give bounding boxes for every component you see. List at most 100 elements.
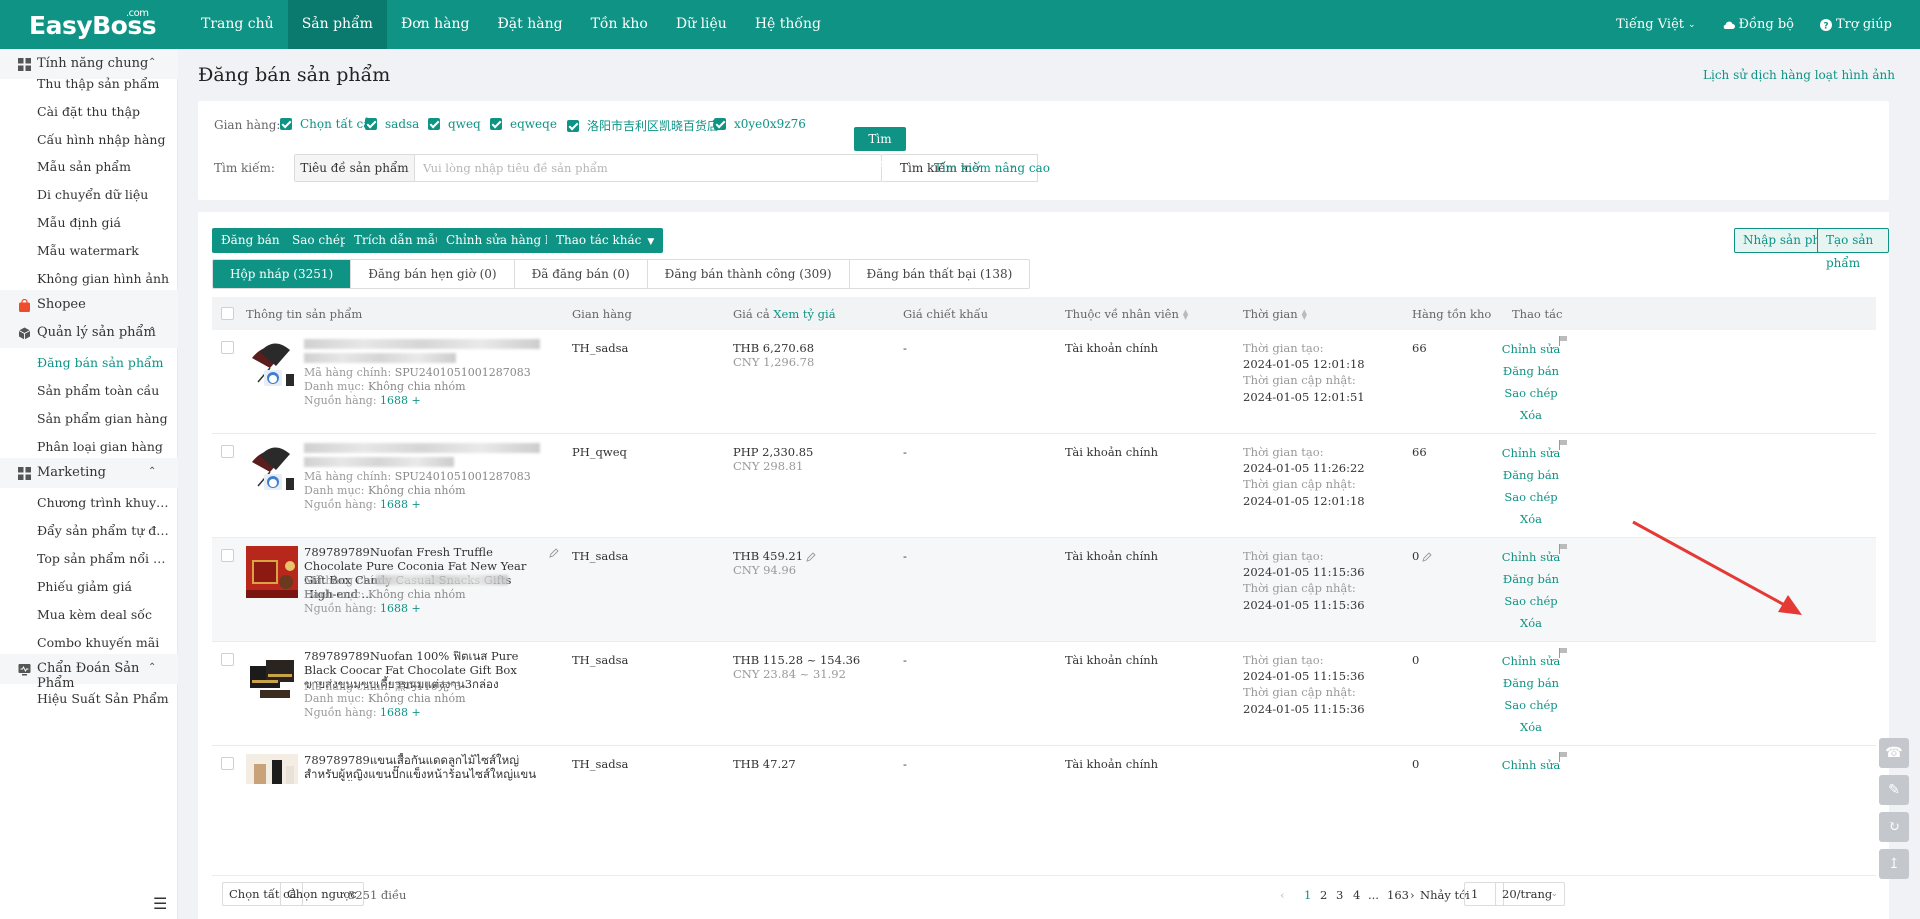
edit-pen-icon[interactable]: [806, 552, 816, 562]
add-source-icon[interactable]: +: [412, 498, 421, 511]
nav-home[interactable]: Trang chủ: [187, 0, 288, 49]
flag-icon[interactable]: [1559, 440, 1567, 450]
sidebar-item-image-space[interactable]: Không gian hình ảnh: [37, 271, 172, 286]
source-link[interactable]: 1688: [380, 706, 408, 719]
delete-button[interactable]: Xóa: [1496, 404, 1566, 426]
sidebar-item-vouchers[interactable]: Phiếu giảm giá: [37, 579, 172, 594]
publish-button[interactable]: Đăng bán: [1496, 360, 1566, 382]
prev-page-icon[interactable]: ‹: [1280, 888, 1285, 902]
edit-pen-icon[interactable]: [549, 548, 559, 558]
next-page-icon[interactable]: ›: [1410, 888, 1415, 902]
sidebar-item-top-products[interactable]: Top sản phẩm nổi bật: [37, 551, 172, 566]
row-checkbox[interactable]: [221, 653, 234, 666]
tab-failed[interactable]: Đăng bán thất bại (138): [849, 260, 1030, 288]
help-button[interactable]: ? Trợ giúp: [1819, 17, 1892, 32]
page-4[interactable]: 4: [1353, 888, 1360, 902]
product-thumbnail-sleeves[interactable]: [246, 754, 298, 784]
product-thumbnail-umbrella[interactable]: [246, 338, 298, 390]
shop-checkbox-eqweqe[interactable]: eqweqe: [490, 117, 557, 131]
view-exchange-rate-link[interactable]: Xem tỷ giá: [773, 307, 835, 321]
product-thumbnail-umbrella[interactable]: [246, 442, 298, 494]
sidebar-item-watermark-template[interactable]: Mẫu watermark: [37, 243, 172, 258]
source-link[interactable]: 1688: [380, 394, 408, 407]
edit-button[interactable]: Chỉnh sửa: [1496, 546, 1566, 568]
tab-success[interactable]: Đăng bán thành công (309): [647, 260, 850, 288]
select-all-checkbox[interactable]: [221, 307, 234, 320]
page-1[interactable]: 1: [1304, 888, 1311, 902]
row-checkbox[interactable]: [221, 757, 234, 770]
product-thumbnail-chocolate-box[interactable]: [246, 546, 298, 598]
nav-orders[interactable]: Đơn hàng: [387, 0, 484, 49]
add-source-icon[interactable]: +: [412, 394, 421, 407]
language-selector[interactable]: Tiếng Việt ⌄: [1616, 17, 1695, 32]
back-to-top-icon[interactable]: ↥: [1879, 849, 1909, 879]
sidebar-item-collect-products[interactable]: Thu thập sản phẩm: [37, 76, 172, 91]
sidebar-item-product-performance[interactable]: Hiệu Suất Sản Phẩm: [37, 691, 172, 706]
sidebar-item-add-on-deal[interactable]: Mua kèm deal sốc: [37, 607, 172, 622]
page-2[interactable]: 2: [1320, 888, 1327, 902]
nav-products[interactable]: Sản phẩm: [287, 0, 387, 49]
easyboss-logo[interactable]: EasyBoss .com: [29, 8, 157, 40]
sidebar-group-marketing[interactable]: Marketing ⌃: [0, 458, 178, 488]
sidebar-group-product-management[interactable]: Quản lý sản phẩm ⌃: [0, 318, 178, 348]
edit-button[interactable]: Chỉnh sửa: [1496, 338, 1566, 360]
edit-button[interactable]: Chỉnh sửa: [1496, 754, 1566, 776]
search-input[interactable]: Vui lòng nhập tiêu đề sản phẩm: [423, 155, 608, 181]
nav-system[interactable]: Hệ thống: [741, 0, 835, 49]
sidebar-item-listing[interactable]: Đăng bán sản phẩm: [37, 355, 172, 370]
sidebar-item-data-migration[interactable]: Di chuyển dữ liệu: [37, 187, 172, 202]
delete-button[interactable]: Xóa: [1496, 508, 1566, 530]
flag-icon[interactable]: [1559, 752, 1567, 762]
shop-checkbox-luoyang[interactable]: 洛阳市吉利区凯晓百货店: [567, 117, 719, 134]
nav-data[interactable]: Dữ liệu: [662, 0, 741, 49]
more-actions-dropdown-button[interactable]: Thao tác khác ▼: [547, 228, 664, 253]
sidebar-item-pricing-template[interactable]: Mẫu định giá: [37, 215, 172, 230]
copy-row-button[interactable]: Sao chép: [1496, 382, 1566, 404]
image-translation-history-link[interactable]: Lịch sử dịch hàng loạt hình ảnh: [1703, 68, 1895, 82]
edit-button[interactable]: Chỉnh sửa: [1496, 442, 1566, 464]
tab-published[interactable]: Đã đăng bán (0): [514, 260, 648, 288]
tab-draft[interactable]: Hộp nháp (3251): [213, 260, 352, 288]
collapse-menu-icon[interactable]: ☰: [153, 894, 167, 913]
publish-button[interactable]: Đăng bán: [1496, 464, 1566, 486]
add-source-icon[interactable]: +: [412, 706, 421, 719]
sidebar-item-import-config[interactable]: Cấu hình nhập hàng: [37, 132, 172, 147]
page-last[interactable]: 163: [1387, 888, 1409, 902]
row-checkbox[interactable]: [221, 341, 234, 354]
col-time[interactable]: Thời gian ▲ ▼: [1243, 307, 1307, 321]
sidebar-group-shopee[interactable]: Shopee: [0, 290, 178, 320]
tab-scheduled[interactable]: Đăng bán hẹn giờ (0): [351, 260, 515, 288]
col-staff[interactable]: Thuộc về nhân viên ▲ ▼: [1065, 307, 1188, 321]
flag-icon[interactable]: [1559, 648, 1567, 658]
apply-template-button[interactable]: Trích dẫn mẫu: [345, 228, 452, 253]
sidebar-item-auto-boost[interactable]: Đẩy sản phẩm tự động: [37, 523, 172, 538]
delete-button[interactable]: Xóa: [1496, 612, 1566, 634]
page-ellipsis[interactable]: ...: [1368, 888, 1379, 902]
product-title[interactable]: 789789789แขนเสื้อกันแดดลูกไม้ไซส์ใหญ่สำห…: [304, 753, 542, 781]
advanced-search-link[interactable]: Tìm kiếm nâng cao: [934, 161, 1050, 175]
customer-service-icon[interactable]: ☎: [1879, 738, 1909, 768]
refresh-icon[interactable]: ↻: [1879, 812, 1909, 842]
sidebar-item-collect-settings[interactable]: Cài đặt thu thập: [37, 104, 172, 119]
sidebar-item-combo[interactable]: Combo khuyến mãi: [37, 635, 172, 650]
row-checkbox[interactable]: [221, 549, 234, 562]
page-size-select[interactable]: 20/trang ⌄: [1495, 882, 1565, 906]
sidebar-item-shop-categories[interactable]: Phân loại gian hàng: [37, 439, 172, 454]
sidebar-group-diagnosis[interactable]: Chẩn Đoán Sản Phẩm ⌃: [0, 654, 178, 691]
sidebar-item-product-template[interactable]: Mẫu sản phẩm: [37, 159, 172, 174]
delete-button[interactable]: Xóa: [1496, 716, 1566, 738]
add-source-icon[interactable]: +: [412, 602, 421, 615]
sync-button[interactable]: Đồng bộ: [1722, 17, 1794, 32]
source-link[interactable]: 1688: [380, 498, 408, 511]
shop-checkbox-sadsa[interactable]: sadsa: [365, 117, 419, 131]
sidebar-item-promotions[interactable]: Chương trình khuyến mãi: [37, 495, 172, 510]
row-checkbox[interactable]: [221, 445, 234, 458]
flag-icon[interactable]: [1559, 544, 1567, 554]
shop-checkbox-x0ye0x9z76[interactable]: x0ye0x9z76: [714, 117, 806, 131]
copy-row-button[interactable]: Sao chép: [1496, 590, 1566, 612]
copy-row-button[interactable]: Sao chép: [1496, 486, 1566, 508]
publish-button[interactable]: Đăng bán: [1496, 672, 1566, 694]
search-field-select[interactable]: Tiêu đề sản phẩm: [295, 155, 415, 181]
source-link[interactable]: 1688: [380, 602, 408, 615]
edit-button[interactable]: Chỉnh sửa: [1496, 650, 1566, 672]
